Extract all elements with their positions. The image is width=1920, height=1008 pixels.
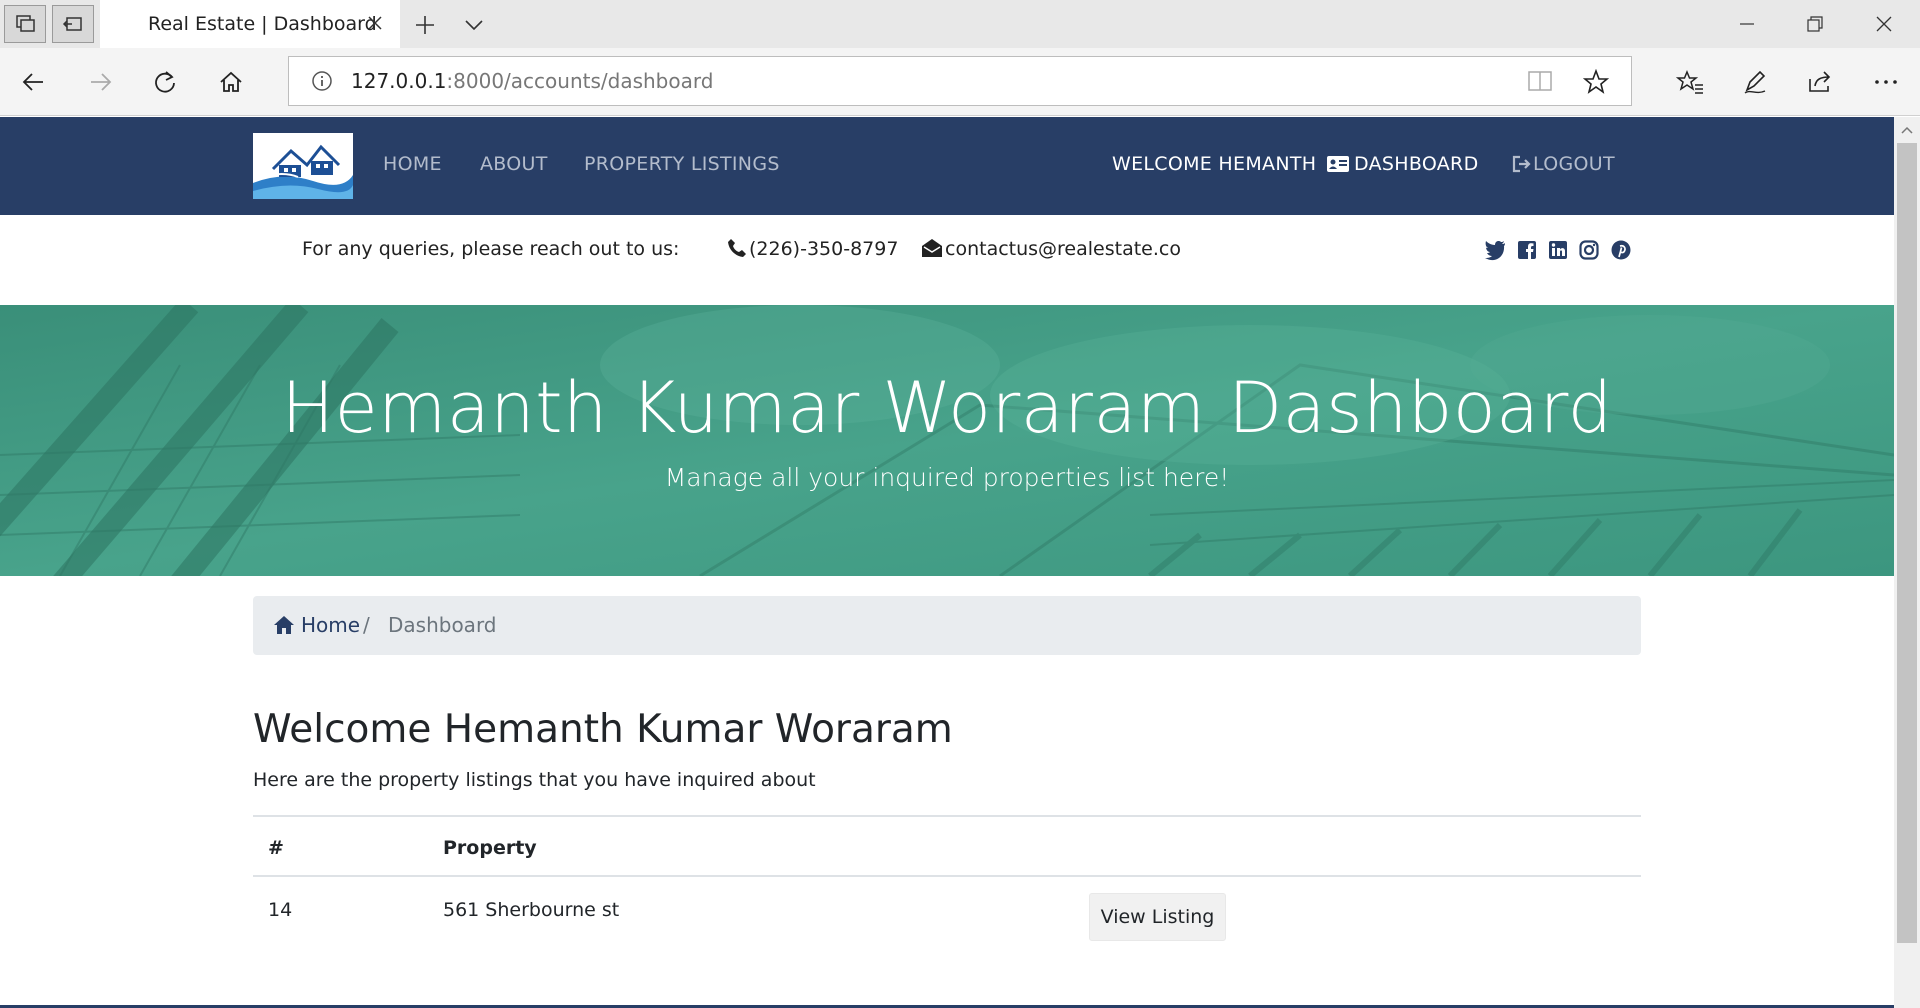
reading-view-icon[interactable] — [1527, 69, 1553, 93]
breadcrumb-current: Dashboard — [388, 613, 497, 637]
favorite-star-icon[interactable] — [1583, 69, 1609, 95]
breadcrumb: Home / Dashboard — [253, 596, 1641, 655]
scroll-up-icon[interactable] — [1901, 125, 1913, 137]
nav-dashboard-label: DASHBOARD — [1354, 153, 1479, 175]
tab-actions-icon[interactable] — [4, 5, 46, 43]
table-cell-property: 561 Sherbourne st — [443, 899, 620, 921]
nav-welcome-text: WELCOME HEMANTH — [1112, 153, 1317, 175]
page-scrollbar[interactable] — [1894, 117, 1920, 1008]
url-host: 127.0.0.1 — [351, 69, 447, 93]
hero-title: Hemanth Kumar Woraram Dashboard — [281, 367, 1613, 449]
active-tab[interactable]: Real Estate | Dashboard — [100, 0, 400, 48]
refresh-icon[interactable] — [145, 62, 185, 102]
favorites-icon[interactable] — [1670, 62, 1710, 102]
minimize-icon[interactable] — [1727, 8, 1767, 40]
nav-logout-link[interactable]: LOGOUT — [1512, 153, 1615, 175]
main-navbar: HOME ABOUT PROPERTY LISTINGS WELCOME HEM… — [0, 117, 1894, 215]
tab-aside-icon[interactable] — [52, 5, 94, 43]
instagram-icon[interactable] — [1578, 239, 1600, 261]
breadcrumb-home-link[interactable]: Home — [273, 613, 360, 637]
browser-toolbar: 127.0.0.1:8000/accounts/dashboard — [0, 48, 1920, 116]
contact-email[interactable]: contactus@realestate.co — [921, 238, 1181, 260]
id-card-icon — [1327, 156, 1349, 172]
breadcrumb-separator: / — [363, 613, 370, 637]
sign-out-icon — [1512, 155, 1531, 173]
table-cell-id: 14 — [268, 899, 293, 921]
welcome-subheading: Here are the property listings that you … — [253, 769, 816, 791]
breadcrumb-home-label: Home — [301, 613, 361, 637]
new-tab-icon[interactable] — [410, 10, 440, 40]
url-text: 127.0.0.1:8000/accounts/dashboard — [351, 69, 713, 93]
home-icon — [274, 616, 294, 634]
nav-listings-link[interactable]: PROPERTY LISTINGS — [584, 153, 780, 175]
contact-prompt: For any queries, please reach out to us: — [302, 238, 680, 260]
url-path: :8000/accounts/dashboard — [446, 69, 714, 93]
scrollbar-thumb[interactable] — [1897, 143, 1917, 943]
web-page: HOME ABOUT PROPERTY LISTINGS WELCOME HEM… — [0, 117, 1894, 1008]
share-icon[interactable] — [1800, 62, 1840, 102]
hero-subtitle: Manage all your inquired properties list… — [664, 463, 1230, 492]
restore-icon[interactable] — [1795, 8, 1835, 40]
view-listing-button[interactable]: View Listing — [1089, 893, 1226, 941]
more-icon[interactable] — [1866, 62, 1906, 102]
forward-icon[interactable] — [80, 62, 120, 102]
table-header-border — [253, 875, 1641, 877]
nav-home-link[interactable]: HOME — [383, 153, 442, 175]
back-icon[interactable] — [14, 62, 54, 102]
pen-icon[interactable] — [1735, 62, 1775, 102]
welcome-heading: Welcome Hemanth Kumar Woraram — [253, 707, 953, 752]
info-icon[interactable] — [311, 70, 333, 92]
phone-icon — [728, 239, 746, 257]
twitter-icon[interactable] — [1484, 239, 1506, 261]
nav-logout-label: LOGOUT — [1533, 153, 1615, 175]
address-bar[interactable]: 127.0.0.1:8000/accounts/dashboard — [288, 56, 1632, 106]
site-logo[interactable] — [253, 133, 353, 199]
envelope-icon — [922, 239, 942, 257]
nav-dashboard-link[interactable]: DASHBOARD — [1327, 153, 1479, 175]
table-top-border — [253, 815, 1641, 817]
table-header-property: Property — [443, 837, 537, 859]
table-header-id: # — [268, 837, 284, 859]
hero-banner: Hemanth Kumar Woraram Dashboard Manage a… — [0, 305, 1894, 576]
tab-title: Real Estate | Dashboard — [148, 13, 377, 35]
linkedin-icon[interactable] — [1547, 239, 1569, 261]
tab-list-icon[interactable] — [459, 10, 489, 40]
nav-about-link[interactable]: ABOUT — [480, 153, 548, 175]
contact-phone[interactable]: (226)-350-8797 — [727, 238, 898, 260]
browser-tab-bar: Real Estate | Dashboard — [0, 0, 1920, 48]
home-icon[interactable] — [211, 62, 251, 102]
contact-phone-number: (226)-350-8797 — [749, 238, 899, 260]
pinterest-icon[interactable] — [1610, 239, 1632, 261]
close-icon[interactable] — [364, 12, 386, 34]
window-close-icon[interactable] — [1864, 8, 1904, 40]
facebook-icon[interactable] — [1516, 239, 1538, 261]
contact-email-address: contactus@realestate.co — [945, 238, 1181, 260]
